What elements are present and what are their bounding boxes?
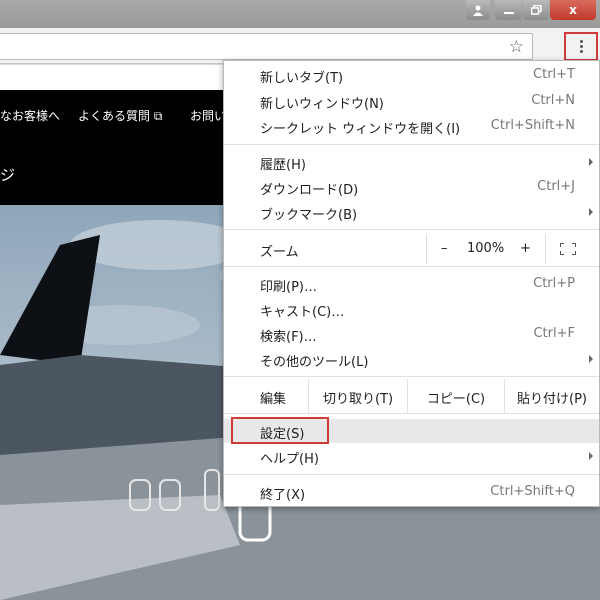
settings-highlight [231,417,329,444]
nav-link-faq[interactable]: よくある質問 ⧉ [78,107,162,124]
submenu-arrow-icon [589,208,593,216]
star-icon[interactable]: ☆ [509,37,524,57]
zoom-out-button[interactable]: – [441,241,448,256]
menu-item-shortcut: Ctrl+F [533,326,575,341]
menu-item-label: 終了(X) [260,488,306,503]
menu-separator [224,144,599,145]
zoom-label: ズーム [260,245,299,260]
menu-item-label: 印刷(P)… [260,280,317,295]
zoom-level: 100% [467,241,505,256]
restore-button[interactable] [523,0,549,20]
menu-dot-icon [579,50,583,53]
menu-item-print[interactable]: 印刷(P)… Ctrl+P [224,272,599,296]
menu-item-label: シークレット ウィンドウを開く(I) [260,122,461,137]
chrome-menu-button[interactable] [564,32,598,61]
minimize-icon [503,12,514,14]
menu-item-label: ブックマーク(B) [260,208,358,223]
person-icon [473,5,483,16]
restore-icon [530,5,542,15]
zoom-in-button[interactable]: + [520,241,531,256]
menu-item-shortcut: Ctrl+T [533,67,575,82]
menu-item-label: その他のツール(L) [260,355,369,370]
menu-item-label: 新しいウィンドウ(N) [260,97,384,112]
menu-item-shortcut: Ctrl+P [533,276,575,291]
menu-dot-icon [579,40,583,43]
menu-item-shortcut: Ctrl+J [537,179,575,194]
edit-label: 編集 [260,392,287,407]
menu-item-shortcut: Ctrl+Shift+Q [490,484,575,499]
menu-item-label: 検索(F)… [260,330,317,345]
menu-item-new-window[interactable]: 新しいウィンドウ(N) Ctrl+N [224,89,599,113]
menu-item-label: キャスト(C)… [260,305,345,320]
close-button[interactable]: x [550,0,596,20]
address-bar[interactable]: ☆ [0,33,533,60]
paste-button[interactable]: 貼り付け(P) [504,379,599,413]
menu-item-shortcut: Ctrl+N [531,93,575,108]
fullscreen-icon[interactable] [560,243,576,255]
menu-separator [224,413,599,414]
menu-separator [224,474,599,475]
menu-item-label: ダウンロード(D) [260,183,359,198]
cut-button[interactable]: 切り取り(T) [308,379,407,413]
menu-dot-icon [579,45,583,48]
menu-item-label: 履歴(H) [260,158,306,173]
menu-item-history[interactable]: 履歴(H) [224,150,599,174]
submenu-arrow-icon [589,452,593,460]
nav-link-customers[interactable]: なお客様へ [0,107,60,124]
title-bar: x [0,0,600,28]
browser-toolbar: ☆ [0,28,600,64]
menu-item-cast[interactable]: キャスト(C)… [224,297,599,321]
menu-item-label: 新しいタブ(T) [260,71,344,86]
close-icon: x [569,3,577,17]
submenu-arrow-icon [589,355,593,363]
menu-item-incognito[interactable]: シークレット ウィンドウを開く(I) Ctrl+Shift+N [224,114,599,138]
submenu-arrow-icon [589,158,593,166]
menu-separator [224,266,599,267]
menu-item-label: ヘルプ(H) [260,452,319,467]
menu-separator [224,229,599,230]
menu-item-more-tools[interactable]: その他のツール(L) [224,347,599,371]
menu-zoom-row: ズーム – 100% + [224,234,599,264]
menu-item-bookmarks[interactable]: ブックマーク(B) [224,200,599,224]
minimize-button[interactable] [495,0,522,20]
page-title: ジ [0,166,16,184]
menu-edit-row: 編集 切り取り(T) コピー(C) 貼り付け(P) [224,379,599,413]
menu-item-exit[interactable]: 終了(X) Ctrl+Shift+Q [224,480,599,504]
menu-item-downloads[interactable]: ダウンロード(D) Ctrl+J [224,175,599,199]
nav-link-contact[interactable]: お問い [190,107,226,124]
menu-item-new-tab[interactable]: 新しいタブ(T) Ctrl+T [224,63,599,87]
menu-item-find[interactable]: 検索(F)… Ctrl+F [224,322,599,346]
menu-item-shortcut: Ctrl+Shift+N [490,118,575,133]
menu-item-help[interactable]: ヘルプ(H) [224,444,599,468]
zoom-controls: – 100% + [426,234,546,264]
copy-button[interactable]: コピー(C) [407,379,504,413]
menu-separator [224,376,599,377]
profile-button[interactable] [466,0,490,20]
